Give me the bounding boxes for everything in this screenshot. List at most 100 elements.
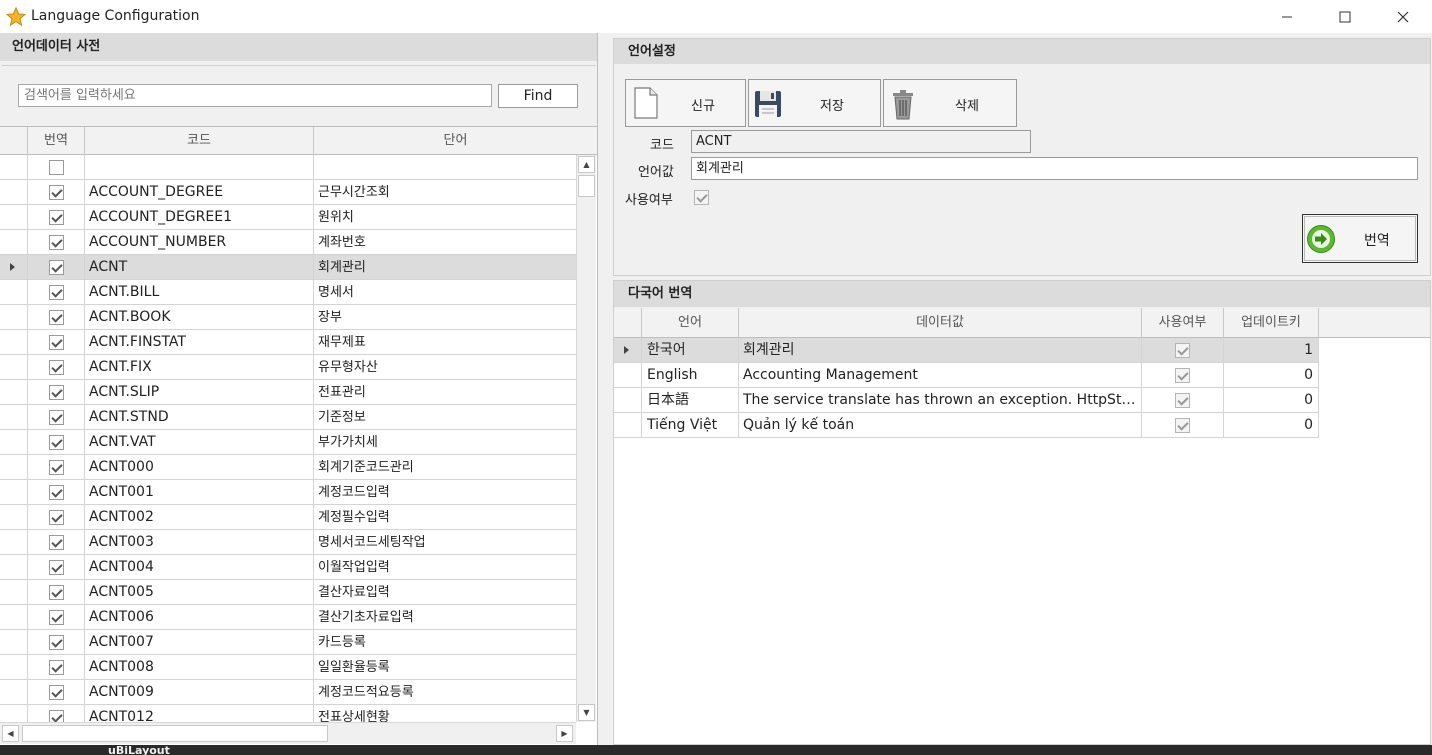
row-indicator[interactable] bbox=[614, 413, 642, 438]
row-indicator[interactable] bbox=[0, 705, 28, 722]
translate-checkbox[interactable] bbox=[49, 385, 64, 400]
table-row[interactable]: ACNT.BOOK 장부 bbox=[0, 305, 576, 330]
table-row[interactable]: ACNT.STND 기준정보 bbox=[0, 405, 576, 430]
row-indicator[interactable] bbox=[0, 230, 28, 255]
row-indicator[interactable] bbox=[0, 480, 28, 505]
code-cell[interactable]: ACNT.SLIP bbox=[85, 380, 314, 405]
row-indicator[interactable] bbox=[0, 680, 28, 705]
translate-button[interactable]: 번역 bbox=[1302, 214, 1418, 263]
word-cell[interactable]: 전표상세현황 bbox=[314, 705, 576, 722]
code-cell[interactable]: ACNT007 bbox=[85, 630, 314, 655]
row-indicator[interactable] bbox=[0, 205, 28, 230]
column-header-language[interactable]: 언어 bbox=[642, 308, 739, 338]
row-indicator[interactable] bbox=[0, 630, 28, 655]
word-cell[interactable]: 계정필수입력 bbox=[314, 505, 576, 530]
code-cell[interactable]: ACNT008 bbox=[85, 655, 314, 680]
translate-checkbox[interactable] bbox=[49, 210, 64, 225]
table-row[interactable]: ACNT000 회계기준코드관리 bbox=[0, 455, 576, 480]
data-value-cell[interactable]: Accounting Management bbox=[739, 363, 1142, 388]
use-flag-checkbox[interactable] bbox=[1175, 343, 1190, 358]
taskbar-item-label[interactable]: uBiLayout bbox=[108, 744, 170, 755]
table-row[interactable]: ACNT.VAT 부가가치세 bbox=[0, 430, 576, 455]
table-row[interactable]: ACCOUNT_DEGREE1 원위치 bbox=[0, 205, 576, 230]
code-cell[interactable]: ACNT005 bbox=[85, 580, 314, 605]
scrollbar-thumb[interactable] bbox=[578, 175, 595, 197]
table-row[interactable]: ACNT004 이월작업입력 bbox=[0, 555, 576, 580]
row-indicator[interactable] bbox=[0, 405, 28, 430]
code-cell[interactable]: ACNT009 bbox=[85, 680, 314, 705]
table-row[interactable]: ACNT006 결산기초자료입력 bbox=[0, 605, 576, 630]
row-indicator[interactable] bbox=[0, 330, 28, 355]
minimize-button[interactable] bbox=[1258, 0, 1316, 33]
new-button[interactable]: 신규 bbox=[625, 79, 746, 127]
translate-checkbox[interactable] bbox=[49, 460, 64, 475]
code-cell[interactable]: ACNT001 bbox=[85, 480, 314, 505]
word-cell[interactable]: 계좌번호 bbox=[314, 230, 576, 255]
translate-checkbox[interactable] bbox=[49, 510, 64, 525]
scroll-down-icon[interactable]: ▼ bbox=[578, 704, 595, 721]
save-button[interactable]: 저장 bbox=[748, 79, 881, 127]
code-field[interactable]: ACNT bbox=[691, 130, 1031, 153]
vertical-scrollbar[interactable]: ▲ ▼ bbox=[576, 155, 596, 722]
update-key-cell[interactable]: 0 bbox=[1224, 388, 1319, 413]
word-cell[interactable]: 부가가치세 bbox=[314, 430, 576, 455]
code-cell[interactable]: ACCOUNT_DEGREE bbox=[85, 180, 314, 205]
word-cell[interactable]: 재무제표 bbox=[314, 330, 576, 355]
translate-checkbox[interactable] bbox=[49, 635, 64, 650]
table-row[interactable]: ACNT005 결산자료입력 bbox=[0, 580, 576, 605]
translate-checkbox[interactable] bbox=[49, 410, 64, 425]
code-cell[interactable]: ACNT003 bbox=[85, 530, 314, 555]
row-indicator[interactable] bbox=[0, 255, 28, 280]
row-indicator[interactable] bbox=[0, 280, 28, 305]
word-cell[interactable]: 회계기준코드관리 bbox=[314, 455, 576, 480]
translate-checkbox[interactable] bbox=[49, 610, 64, 625]
translate-checkbox[interactable] bbox=[49, 235, 64, 250]
data-value-cell[interactable]: 회계관리 bbox=[739, 338, 1142, 363]
use-flag-checkbox[interactable] bbox=[1175, 393, 1190, 408]
word-cell[interactable]: 일일환율등록 bbox=[314, 655, 576, 680]
update-key-cell[interactable]: 0 bbox=[1224, 413, 1319, 438]
word-cell[interactable]: 유무형자산 bbox=[314, 355, 576, 380]
delete-button[interactable]: 삭제 bbox=[883, 79, 1017, 127]
translate-checkbox[interactable] bbox=[49, 685, 64, 700]
word-cell[interactable] bbox=[314, 155, 576, 180]
table-row[interactable]: ACNT 회계관리 bbox=[0, 255, 576, 280]
translate-checkbox[interactable] bbox=[49, 285, 64, 300]
horizontal-scrollbar[interactable]: ◀ ▶ bbox=[0, 722, 576, 744]
translate-checkbox[interactable] bbox=[49, 660, 64, 675]
code-cell[interactable]: ACNT006 bbox=[85, 605, 314, 630]
word-cell[interactable]: 결산자료입력 bbox=[314, 580, 576, 605]
word-cell[interactable]: 카드등록 bbox=[314, 630, 576, 655]
row-indicator[interactable] bbox=[0, 555, 28, 580]
translate-checkbox[interactable] bbox=[49, 585, 64, 600]
row-indicator[interactable] bbox=[0, 180, 28, 205]
table-row[interactable]: ACNT.FINSTAT 재무제표 bbox=[0, 330, 576, 355]
table-row[interactable]: ACNT012 전표상세현황 bbox=[0, 705, 576, 722]
table-row[interactable]: ACNT.SLIP 전표관리 bbox=[0, 380, 576, 405]
language-value-field[interactable]: 회계관리 bbox=[691, 157, 1418, 180]
scroll-right-icon[interactable]: ▶ bbox=[556, 725, 573, 742]
table-row[interactable]: ACNT.BILL 명세서 bbox=[0, 280, 576, 305]
row-indicator[interactable] bbox=[614, 363, 642, 388]
word-cell[interactable]: 장부 bbox=[314, 305, 576, 330]
column-header-word[interactable]: 단어 bbox=[314, 127, 597, 155]
table-row[interactable]: English Accounting Management 0 bbox=[614, 363, 1319, 388]
row-indicator[interactable] bbox=[0, 580, 28, 605]
word-cell[interactable]: 명세서 bbox=[314, 280, 576, 305]
use-flag-checkbox[interactable] bbox=[1175, 418, 1190, 433]
translate-checkbox[interactable] bbox=[49, 535, 64, 550]
code-cell[interactable]: ACCOUNT_DEGREE1 bbox=[85, 205, 314, 230]
table-row[interactable]: 日本語 The service translate has thrown an e… bbox=[614, 388, 1319, 413]
language-cell[interactable]: English bbox=[642, 363, 739, 388]
table-row[interactable]: ACNT003 명세서코드세팅작업 bbox=[0, 530, 576, 555]
row-indicator[interactable] bbox=[0, 305, 28, 330]
update-key-cell[interactable]: 0 bbox=[1224, 363, 1319, 388]
language-cell[interactable]: 日本語 bbox=[642, 388, 739, 413]
column-header-use-flag[interactable]: 사용여부 bbox=[1142, 308, 1224, 338]
table-row[interactable]: ACNT001 계정코드입력 bbox=[0, 480, 576, 505]
row-indicator[interactable] bbox=[0, 605, 28, 630]
row-indicator[interactable] bbox=[0, 430, 28, 455]
word-cell[interactable]: 근무시간조회 bbox=[314, 180, 576, 205]
scroll-up-icon[interactable]: ▲ bbox=[578, 156, 595, 173]
word-cell[interactable]: 결산기초자료입력 bbox=[314, 605, 576, 630]
